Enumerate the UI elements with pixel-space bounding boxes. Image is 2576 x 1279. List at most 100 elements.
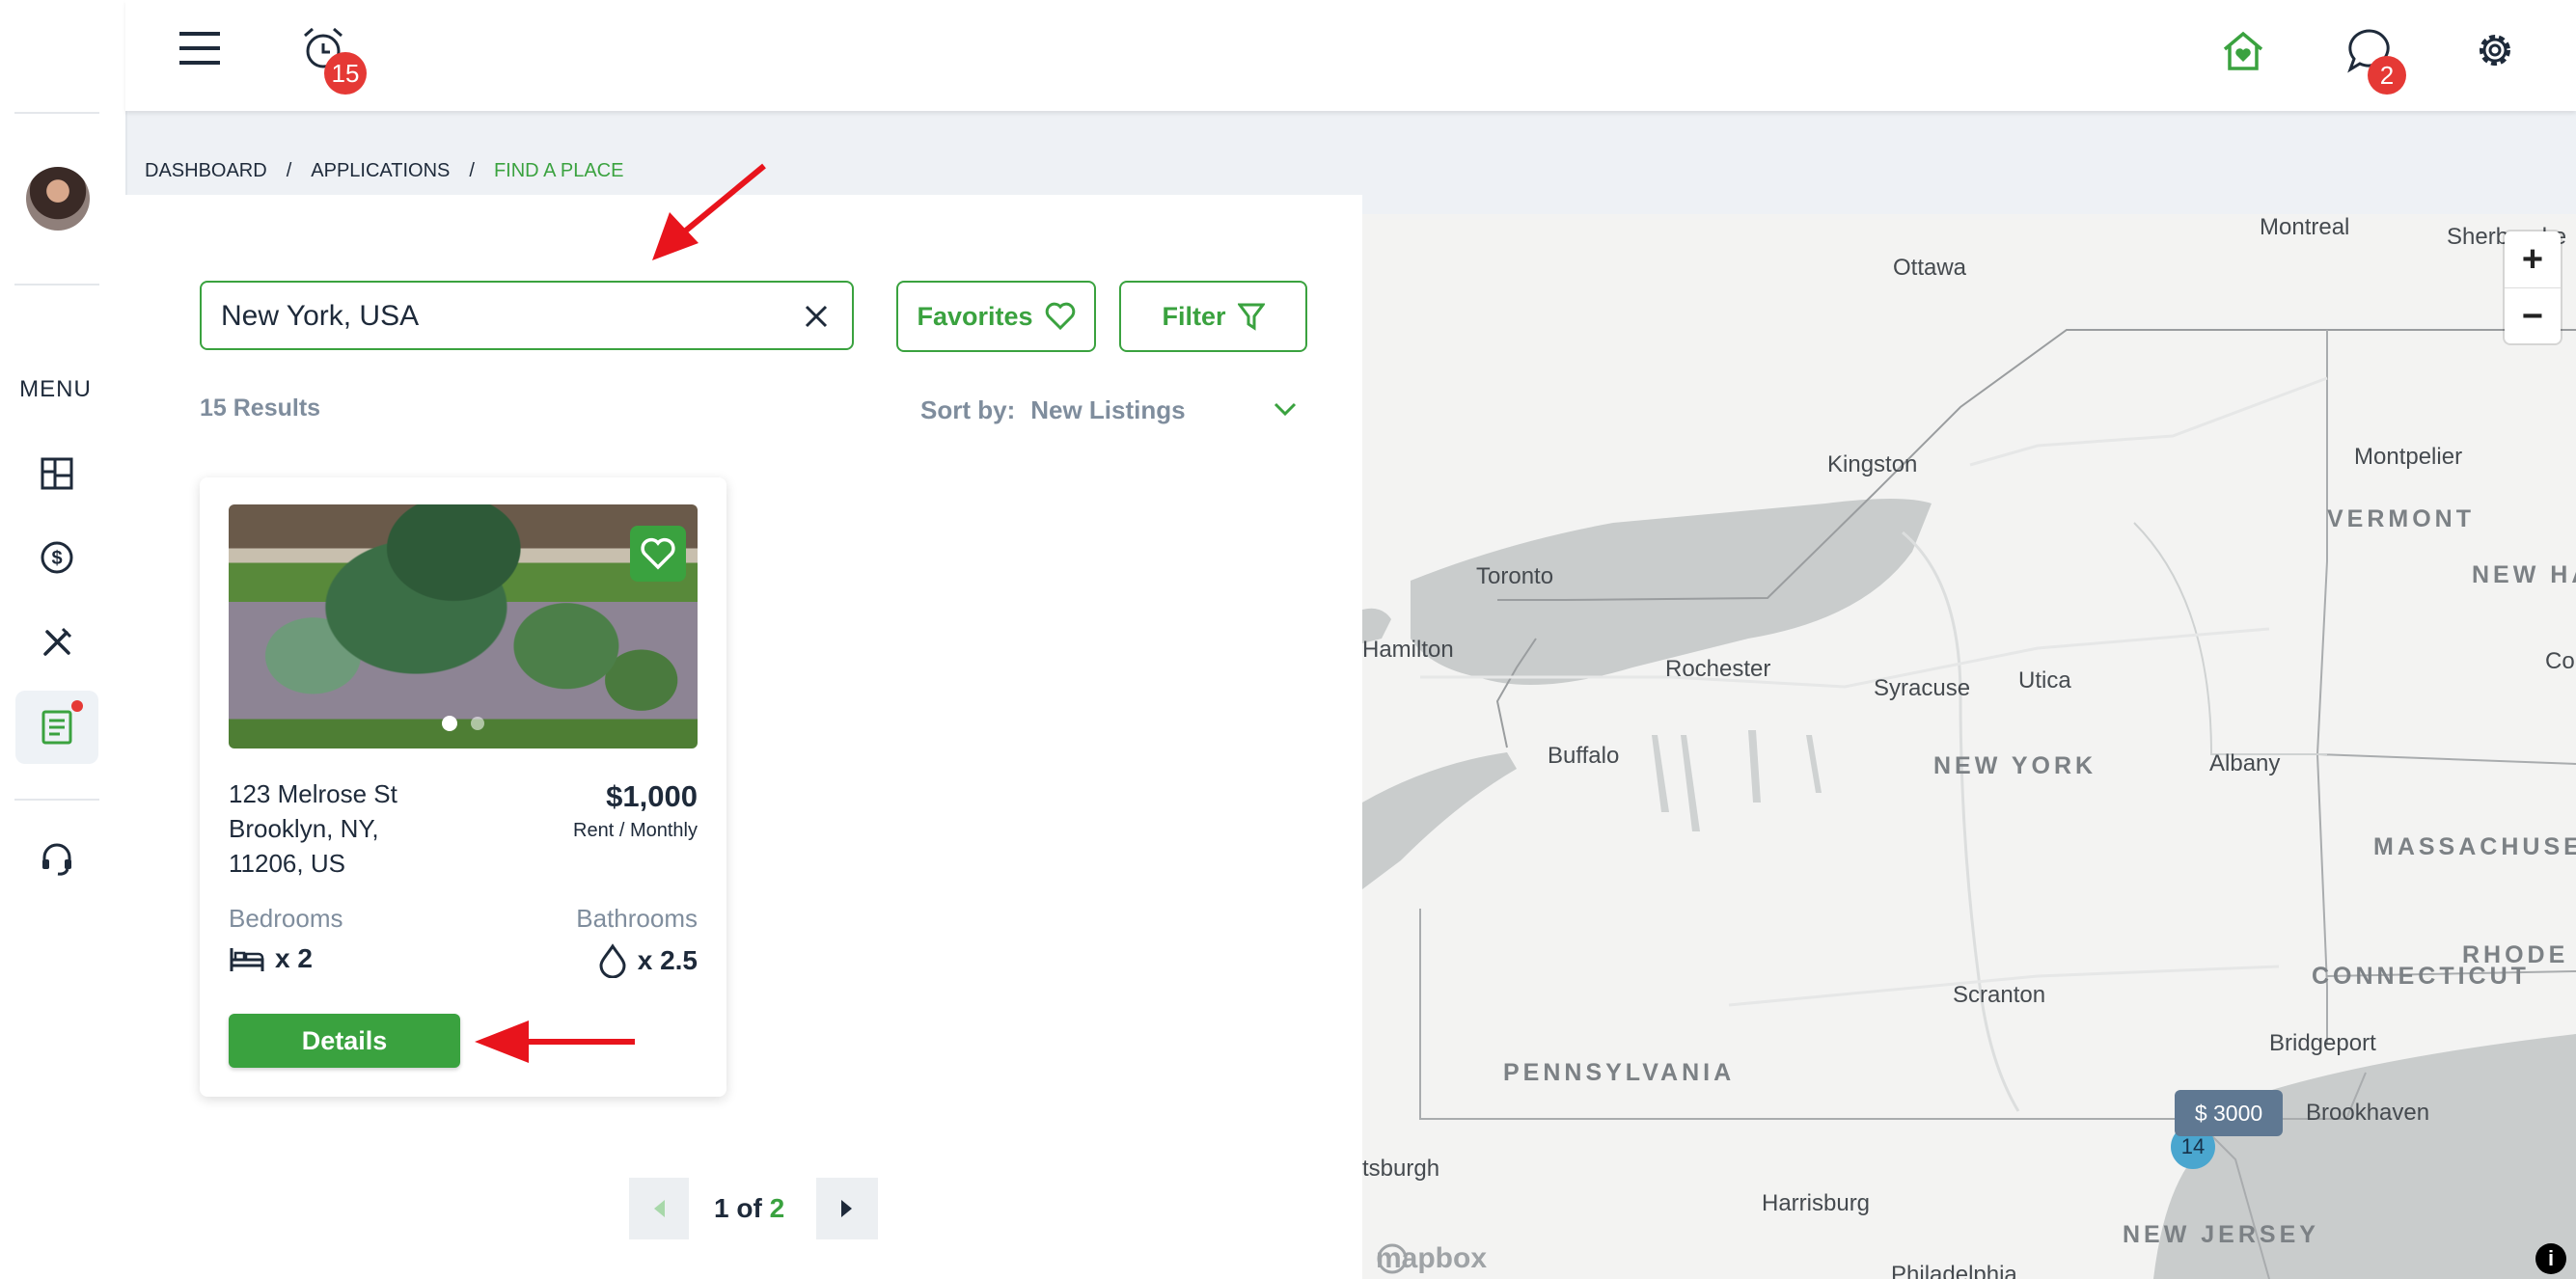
map-state-pennsylvania: PENNSYLVANIA [1503,1059,1736,1086]
listing-price: $1,000 [606,779,698,813]
breadcrumb-separator: / [469,160,475,181]
map-label-albany: Albany [2209,750,2281,776]
results-count: 15 Results [200,395,321,422]
map-label-ottawa: Ottawa [1893,255,1967,281]
mapbox-attribution[interactable]: mapbox [1376,1242,1487,1275]
favorites-button-label: Favorites [917,301,1033,331]
bed-icon [230,948,264,971]
zoom-out-button[interactable]: − [2505,288,2561,344]
map-label-brookhaven: Brookhaven [2306,1100,2430,1126]
map-label-scranton: Scranton [1953,982,2046,1008]
filter-button-label: Filter [1162,301,1226,331]
breadcrumb-find-a-place: FIND A PLACE [493,160,624,181]
map-label-hamilton: Hamilton [1362,637,1454,663]
breadcrumb: DASHBOARD / APPLICATIONS / FIND A PLACE [145,160,623,182]
avatar[interactable] [26,167,90,231]
address-line-2: Brooklyn, NY, [229,814,379,843]
svg-text:$: $ [51,548,62,569]
map-label-concord: Concord [2545,648,2576,674]
mapbox-logo-icon [1377,1243,1408,1274]
map-label-buffalo: Buffalo [1548,743,1620,769]
bedrooms-label: Bedrooms [229,904,343,933]
funnel-icon [1237,303,1265,331]
favorite-toggle-button[interactable] [630,526,686,582]
breadcrumb-separator: / [286,160,292,181]
hamburger-menu-button[interactable] [178,27,221,69]
map-label-philadelphia: Philadelphia [1891,1262,2017,1279]
sort-value: New Listings [1030,395,1186,424]
listing-photo[interactable] [229,504,698,748]
sidebar-divider [14,799,99,801]
notification-dot [71,700,83,712]
sort-dropdown[interactable]: Sort by: New Listings [920,395,1186,425]
page-indicator: 1 of 2 [714,1193,784,1224]
caret-right-icon [841,1200,852,1217]
tools-icon [43,627,72,656]
dollar-circle-icon: $ [41,541,73,574]
sidebar-item-dashboard[interactable] [15,437,98,510]
map-label-bridgeport: Bridgeport [2269,1030,2376,1056]
map-label-syracuse: Syracuse [1874,675,1971,701]
page-of: of [736,1193,762,1223]
hamburger-icon [179,32,220,65]
zoom-in-button[interactable]: + [2505,231,2561,288]
previous-page-button[interactable] [629,1178,689,1239]
map-state-vermont: VERMONT [2327,505,2475,532]
document-icon [41,710,72,745]
map-view[interactable]: Montreal Ottawa Sherbrooke Kingston Mont… [1362,214,2576,1279]
sidebar-item-payments[interactable]: $ [15,521,98,594]
dashboard-grid-icon [41,457,73,490]
listing-address: 123 Melrose St Brooklyn, NY, 11206, US [229,776,451,881]
sort-dropdown-toggle[interactable] [1272,395,1299,427]
notifications-button[interactable]: 15 [299,25,367,95]
details-button[interactable]: Details [229,1014,460,1068]
chevron-down-icon [1274,402,1297,417]
carousel-dot[interactable] [442,716,457,731]
map-label-montpelier: Montpelier [2354,444,2463,470]
listing-card[interactable]: 123 Melrose St Brooklyn, NY, 11206, US $… [200,477,726,1097]
map-label-utica: Utica [2018,667,2071,694]
sort-label: Sort by: [920,395,1016,424]
next-page-button[interactable] [816,1178,878,1239]
carousel-dot[interactable] [471,717,484,730]
map-state-new-york: NEW YORK [1933,752,2097,779]
map-label-rochester: Rochester [1665,656,1771,682]
sidebar-item-maintenance[interactable] [15,606,98,679]
filter-button[interactable]: Filter [1119,281,1307,352]
bathrooms-info: x 2.5 [597,943,698,978]
sidebar-divider [14,284,99,286]
map-price-marker[interactable]: $ 3000 [2175,1090,2283,1136]
breadcrumb-dashboard[interactable]: DASHBOARD [145,160,267,182]
map-label-harrisburg: Harrisburg [1762,1190,1871,1216]
bedrooms-value: x 2 [275,943,313,973]
sidebar-item-applications[interactable] [15,691,98,764]
sidebar: MENU $ [0,0,127,1279]
heart-icon [641,537,675,570]
gear-icon [2480,35,2510,66]
map-state-new-jersey: NEW JERSEY [2123,1221,2319,1248]
total-pages: 2 [769,1193,785,1223]
home-button[interactable] [2219,27,2267,75]
caret-left-icon [654,1200,665,1217]
current-page: 1 [714,1193,729,1223]
settings-button[interactable] [2472,27,2518,73]
messages-button[interactable]: 2 [2344,25,2406,95]
sidebar-item-support[interactable] [15,822,98,895]
favorites-button[interactable]: Favorites [896,281,1096,352]
messages-badge: 2 [2368,56,2406,95]
map-label-kingston: Kingston [1827,451,1918,477]
map-state-rhode-island: RHODE ISLAND [2462,941,2576,968]
clear-search-button[interactable] [798,298,835,335]
heart-outline-icon [1045,302,1075,331]
top-header: 15 2 [125,0,2576,111]
map-label-toronto: Toronto [1476,563,1554,589]
map-info-button[interactable]: i [2535,1243,2566,1274]
bathrooms-label: Bathrooms [576,904,698,933]
sidebar-divider [14,112,99,114]
location-search-input[interactable] [219,296,763,337]
headset-icon [42,843,71,876]
breadcrumb-applications[interactable]: APPLICATIONS [311,160,450,182]
bathrooms-value: x 2.5 [637,945,698,975]
location-search-field[interactable] [200,281,854,350]
address-line-3: 11206, US [229,849,345,878]
